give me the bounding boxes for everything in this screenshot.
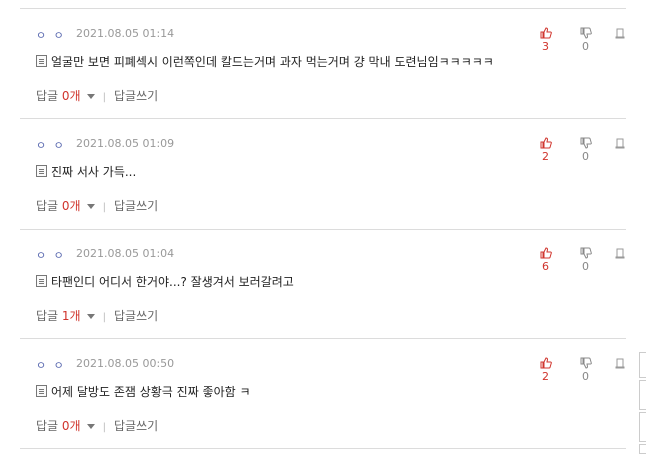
comment-text-row: 타팬인디 어디서 한거야...? 잘생겨서 보러갈려고 [36,273,626,291]
reply-count: 1개 [61,309,81,323]
reply-label: 답글 [36,89,59,103]
chevron-down-icon[interactable] [86,424,95,429]
reply-row: 답글 0개 | 답글쓰기 [36,417,158,433]
upvote-count: 2 [542,150,549,163]
comment-text-row: 어제 달방도 존잼 상황극 진짜 좋아함 ㅋ [36,383,626,401]
upvote-button[interactable]: 6 [540,247,552,273]
report-icon [614,27,626,39]
upvote-button[interactable]: 3 [540,27,552,53]
comment-date: 2021.08.05 00:50 [76,357,175,370]
comment-header: ㅇ ㅇ 2021.08.05 01:09 2 0 [36,137,626,163]
document-icon [36,275,47,287]
thumbs-down-icon [580,137,592,149]
write-reply-button[interactable]: 답글쓰기 [114,419,158,433]
report-icon [614,137,626,149]
comment-item: ㅇ ㅇ 2021.08.05 00:50 2 0 어제 달방도 존잼 상황극 진… [20,339,626,449]
comment-header: ㅇ ㅇ 2021.08.05 01:04 6 0 [36,247,626,273]
reply-toggle-button[interactable]: 답글 0개 [36,419,81,433]
upvote-button[interactable]: 2 [540,357,552,383]
reply-label: 답글 [36,199,59,213]
reply-toggle-button[interactable]: 답글 1개 [36,309,81,323]
reply-count: 0개 [61,89,81,103]
comment-nickname[interactable]: ㅇ ㅇ [36,27,66,43]
reply-toggle-button[interactable]: 답글 0개 [36,199,81,213]
comment-nickname[interactable]: ㅇ ㅇ [36,247,66,263]
downvote-count: 0 [582,260,589,273]
reply-toggle-button[interactable]: 답글 0개 [36,89,81,103]
downvote-button[interactable]: 0 [580,247,592,273]
report-button[interactable] [614,247,626,260]
upvote-count: 3 [542,40,549,53]
floating-side-button[interactable] [639,444,646,454]
thumbs-up-icon [540,27,552,39]
divider-bar: | [102,92,106,103]
reply-count: 0개 [61,199,81,213]
thumbs-down-icon [580,27,592,39]
downvote-button[interactable]: 0 [580,27,592,53]
chevron-down-icon[interactable] [86,314,95,319]
reply-row: 답글 0개 | 답글쓰기 [36,87,158,103]
comment-date: 2021.08.05 01:14 [76,27,175,40]
comment-text: 타팬인디 어디서 한거야...? 잘생겨서 보러갈려고 [51,275,294,289]
document-icon [36,385,47,397]
thumbs-down-icon [580,357,592,369]
reply-row: 답글 0개 | 답글쓰기 [36,197,158,213]
divider-bar: | [102,422,106,433]
write-reply-button[interactable]: 답글쓰기 [114,89,158,103]
comment-item: ㅇ ㅇ 2021.08.05 01:14 3 0 얼굴만 보면 피폐섹시 이런쪽… [20,9,626,119]
downvote-button[interactable]: 0 [580,357,592,383]
report-button[interactable] [614,27,626,40]
floating-side-button[interactable] [639,380,646,410]
reply-label: 답글 [36,419,59,433]
comment-text-row: 진짜 서사 가득... [36,163,626,181]
comment-item: ㅇ ㅇ 2021.08.05 01:04 6 0 타팬인디 어디서 한거야...… [20,229,626,339]
write-reply-button[interactable]: 답글쓰기 [114,199,158,213]
comment-date: 2021.08.05 01:09 [76,137,175,150]
downvote-count: 0 [582,150,589,163]
reply-row: 답글 1개 | 답글쓰기 [36,307,158,323]
upvote-button[interactable]: 2 [540,137,552,163]
comment-text: 진짜 서사 가득... [51,165,137,179]
thumbs-down-icon [580,247,592,259]
floating-side-button[interactable] [639,352,646,378]
downvote-count: 0 [582,370,589,383]
chevron-down-icon[interactable] [86,94,95,99]
divider-bar: | [102,202,106,213]
comment-text: 얼굴만 보면 피폐섹시 이런쪽인데 칼드는거며 과자 먹는거며 걍 막내 도련님… [51,55,494,69]
comment-text: 어제 달방도 존잼 상황극 진짜 좋아함 ㅋ [51,385,251,399]
document-icon [36,165,47,177]
thumbs-up-icon [540,137,552,149]
comment-item: ㅇ ㅇ 2021.08.05 01:09 2 0 진짜 서사 가득... 답글 … [20,119,626,229]
comment-date: 2021.08.05 01:04 [76,247,175,260]
write-reply-button[interactable]: 답글쓰기 [114,309,158,323]
report-icon [614,357,626,369]
thumbs-up-icon [540,247,552,259]
downvote-button[interactable]: 0 [580,137,592,163]
upvote-count: 2 [542,370,549,383]
divider [20,448,626,449]
upvote-count: 6 [542,260,549,273]
thumbs-up-icon [540,357,552,369]
document-icon [36,55,47,67]
reply-label: 답글 [36,309,59,323]
comment-nickname[interactable]: ㅇ ㅇ [36,357,66,373]
reply-count: 0개 [61,419,81,433]
comment-nickname[interactable]: ㅇ ㅇ [36,137,66,153]
chevron-down-icon[interactable] [86,204,95,209]
report-button[interactable] [614,137,626,150]
comment-header: ㅇ ㅇ 2021.08.05 00:50 2 0 [36,357,626,383]
comment-header: ㅇ ㅇ 2021.08.05 01:14 3 0 [36,27,626,53]
divider-bar: | [102,312,106,323]
report-icon [614,247,626,259]
report-button[interactable] [614,357,626,370]
downvote-count: 0 [582,40,589,53]
comment-text-row: 얼굴만 보면 피폐섹시 이런쪽인데 칼드는거며 과자 먹는거며 걍 막내 도련님… [36,53,626,71]
floating-side-button[interactable] [639,412,646,442]
